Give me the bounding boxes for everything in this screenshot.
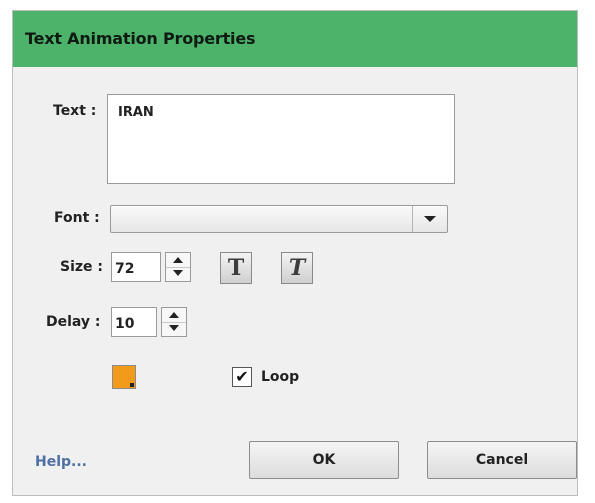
- size-spin-up[interactable]: [166, 253, 190, 268]
- title-bar: Text Animation Properties: [13, 11, 577, 67]
- help-link[interactable]: Help...: [35, 454, 87, 470]
- italic-button[interactable]: T: [281, 252, 313, 284]
- loop-checkbox[interactable]: ✔: [232, 367, 252, 387]
- spin-down-icon: [173, 270, 183, 276]
- text-input[interactable]: IRAN: [107, 94, 455, 184]
- size-spin-down[interactable]: [166, 267, 190, 281]
- spin-up-icon: [169, 312, 179, 318]
- delay-spin-down[interactable]: [162, 322, 186, 336]
- bold-icon: T: [227, 255, 245, 281]
- size-label: Size :: [60, 259, 103, 275]
- text-label: Text :: [53, 103, 97, 119]
- ok-button-label: OK: [312, 452, 336, 468]
- color-swatch-icon: [130, 383, 134, 387]
- delay-spinner[interactable]: [161, 307, 187, 337]
- font-select[interactable]: [110, 205, 448, 233]
- delay-input[interactable]: [111, 307, 157, 337]
- cancel-button-label: Cancel: [475, 452, 529, 468]
- text-animation-dialog: Text Animation Properties Text : IRAN Fo…: [12, 10, 578, 496]
- size-input[interactable]: [111, 252, 161, 282]
- ok-button[interactable]: OK: [249, 441, 399, 479]
- font-dropdown-button[interactable]: [412, 206, 447, 232]
- delay-spin-up[interactable]: [162, 308, 186, 323]
- dropdown-arrow-icon: [424, 216, 436, 222]
- loop-label[interactable]: Loop: [261, 369, 299, 385]
- italic-icon: T: [288, 255, 306, 281]
- dialog-title: Text Animation Properties: [25, 29, 256, 48]
- size-spinner[interactable]: [165, 252, 191, 282]
- delay-label: Delay :: [46, 314, 101, 330]
- spin-up-icon: [173, 257, 183, 263]
- cancel-button[interactable]: Cancel: [427, 441, 577, 479]
- font-label: Font :: [54, 210, 100, 226]
- checkmark-icon: ✔: [235, 367, 249, 386]
- bold-button[interactable]: T: [220, 252, 252, 284]
- spin-down-icon: [169, 325, 179, 331]
- color-swatch-button[interactable]: [112, 365, 136, 389]
